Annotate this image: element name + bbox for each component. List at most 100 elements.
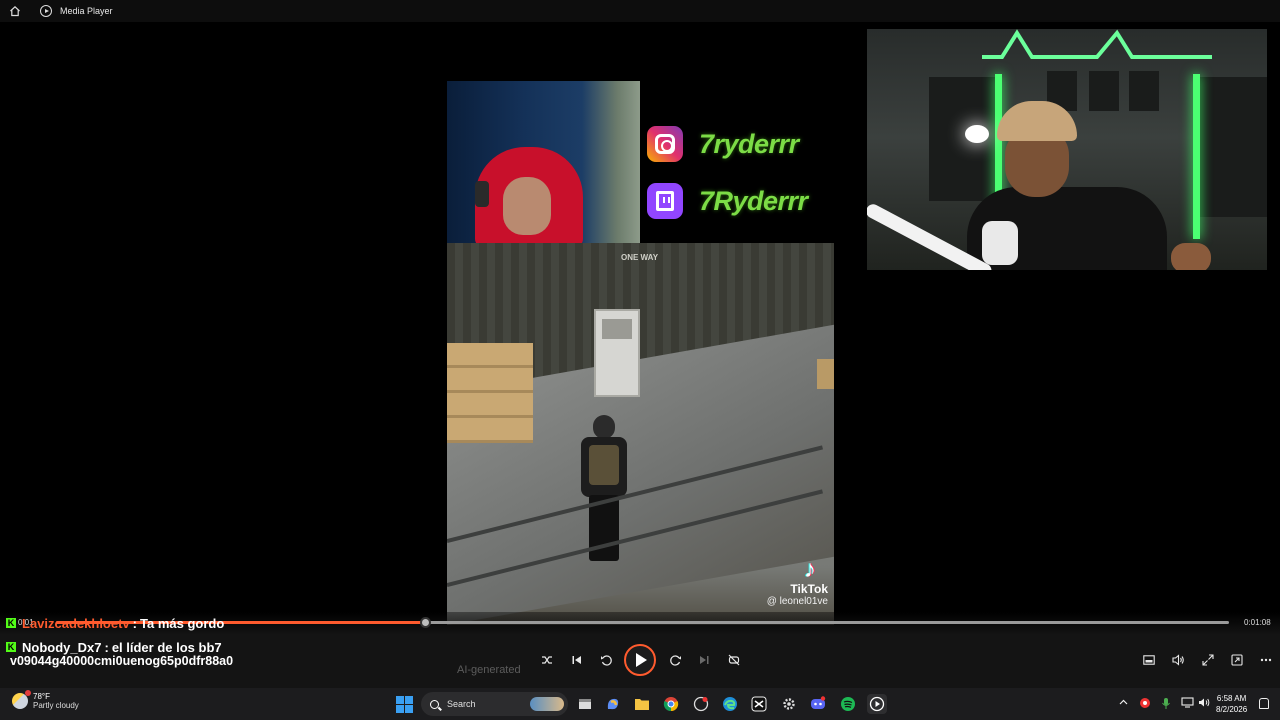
folder-icon xyxy=(635,699,649,710)
search-highlight-image xyxy=(530,697,564,711)
gear-icon xyxy=(783,698,795,710)
edge-button[interactable] xyxy=(720,694,740,714)
chat-username: Lavizcadekhloetv xyxy=(22,615,130,631)
previous-button[interactable] xyxy=(565,650,589,670)
home-icon xyxy=(10,5,20,17)
next-icon xyxy=(700,656,709,664)
creator-webcam xyxy=(447,81,640,243)
speaker-icon xyxy=(1199,698,1210,707)
task-view-icon xyxy=(579,699,591,709)
green-light-right xyxy=(1193,74,1200,239)
tiktok-username: @ leonel01ve xyxy=(766,596,828,607)
play-button[interactable] xyxy=(624,644,656,676)
media-player-app-icon xyxy=(40,5,52,17)
microphone xyxy=(982,221,1018,265)
instagram-handle: 7ryderrr xyxy=(699,128,799,159)
twitch-row: 7Ryderrr xyxy=(647,183,808,219)
forward-30-icon xyxy=(669,654,681,666)
shuffle-button[interactable] xyxy=(535,650,559,670)
window-title: Media Player xyxy=(60,6,113,16)
chevron-up-icon xyxy=(1119,699,1128,705)
previous-icon xyxy=(572,656,581,664)
search-placeholder: Search xyxy=(447,699,476,709)
repeat-off-icon xyxy=(728,654,740,666)
forward-30-button[interactable] xyxy=(663,650,687,670)
discord-button[interactable] xyxy=(808,694,828,714)
one-way-sign: ONE WAY xyxy=(621,253,659,262)
weather-temperature: 78°F xyxy=(33,692,50,701)
tiktok-wordmark: TikTok xyxy=(790,582,828,596)
sound-button[interactable] xyxy=(1198,697,1211,710)
clock-date: 8/2/2026 xyxy=(1216,705,1248,714)
video-frame[interactable]: 7ryderrr 7Ryderrr ONE WAY ♪ TikTok @ leo… xyxy=(0,22,1280,625)
file-explorer-button[interactable] xyxy=(632,694,652,714)
media-player-window: Media Player 7ryderrr 7Ryderrr ONE WAY ♪… xyxy=(0,0,1280,720)
notification-bell-icon[interactable] xyxy=(1259,698,1269,709)
chat-overlay: K Lavizcadekhloetv : Ta más gordo K Nobo… xyxy=(6,614,466,668)
capcut-button[interactable] xyxy=(749,694,769,714)
volume-button[interactable] xyxy=(1166,650,1190,670)
twitch-icon xyxy=(647,183,683,219)
windows-taskbar: 78°F Partly cloudy Search 6:58 AM 8/2/20… xyxy=(0,688,1280,720)
wooden-crates xyxy=(447,343,533,443)
miniplayer-button[interactable] xyxy=(1137,650,1161,670)
chat-message: K Nobody_Dx7 : el líder de los bb7 xyxy=(6,639,466,655)
chat-message: K Lavizcadekhloetv : Ta más gordo xyxy=(6,614,466,632)
search-icon xyxy=(430,699,439,709)
clock-app-icon xyxy=(693,696,709,712)
chat-text: Ta más gordo xyxy=(140,615,225,631)
tray-overflow-button[interactable] xyxy=(1119,697,1128,707)
spotify-button[interactable] xyxy=(838,694,858,714)
chat-separator: : xyxy=(132,615,137,631)
chat-separator: : xyxy=(104,639,109,655)
rewind-10-button[interactable] xyxy=(594,650,618,670)
capcut-icon xyxy=(751,696,767,712)
fullscreen-icon xyxy=(1202,654,1214,666)
edge-icon xyxy=(723,697,737,711)
app-button[interactable] xyxy=(691,694,711,714)
copilot-button[interactable] xyxy=(603,694,623,714)
neon-light-strip xyxy=(982,29,1212,59)
spotify-icon xyxy=(841,697,855,711)
task-view-button[interactable] xyxy=(575,694,595,714)
twitch-handle: 7Ryderrr xyxy=(699,185,808,216)
tray-app-button[interactable] xyxy=(1139,697,1151,711)
creator-face xyxy=(503,177,551,235)
media-player-taskbar-button[interactable] xyxy=(867,694,887,714)
tiktok-clip-panel: 7ryderrr 7Ryderrr ONE WAY ♪ TikTok @ leo… xyxy=(447,81,834,625)
repeat-button[interactable] xyxy=(722,650,746,670)
instagram-icon xyxy=(647,126,683,162)
network-icon xyxy=(1181,697,1194,708)
settings-button[interactable] xyxy=(779,694,799,714)
ai-generated-label: AI-generated xyxy=(457,664,521,676)
streamer-webcam xyxy=(867,29,1267,270)
fullscreen-button[interactable] xyxy=(1196,650,1220,670)
volume-icon xyxy=(1171,654,1184,666)
more-options-button[interactable] xyxy=(1254,650,1278,670)
instagram-row: 7ryderrr xyxy=(647,126,799,162)
weather-widget[interactable]: 78°F Partly cloudy xyxy=(12,690,79,710)
copilot-icon xyxy=(607,698,619,710)
chat-username: Nobody_Dx7 xyxy=(22,639,102,655)
gameplay-footage: ONE WAY ♪ TikTok @ leonel01ve xyxy=(447,243,834,625)
taskbar-search[interactable]: Search xyxy=(421,692,568,716)
wall-panel-right xyxy=(1197,77,1267,217)
tiktok-icon: ♪ xyxy=(804,556,816,583)
title-bar: Media Player xyxy=(0,0,1280,22)
cast-button[interactable] xyxy=(1225,650,1249,670)
chrome-button[interactable] xyxy=(661,694,681,714)
clock-time: 6:58 AM xyxy=(1216,694,1247,703)
weather-icon xyxy=(12,690,31,709)
record-icon xyxy=(1140,698,1150,708)
network-button[interactable] xyxy=(1181,697,1194,710)
ring-lamp xyxy=(965,125,989,143)
total-time: 0:01:08 xyxy=(1244,618,1271,627)
next-button[interactable] xyxy=(692,650,716,670)
home-button[interactable] xyxy=(0,0,30,22)
start-button[interactable] xyxy=(396,696,413,713)
windows-logo-icon xyxy=(396,696,404,704)
video-filename: v09044g40000cmi0uenog65p0dfr88a0 xyxy=(10,654,234,668)
microphone-tray-button[interactable] xyxy=(1161,697,1171,712)
taskbar-clock[interactable]: 6:58 AM 8/2/2026 xyxy=(1216,693,1247,715)
container-door xyxy=(594,309,640,397)
